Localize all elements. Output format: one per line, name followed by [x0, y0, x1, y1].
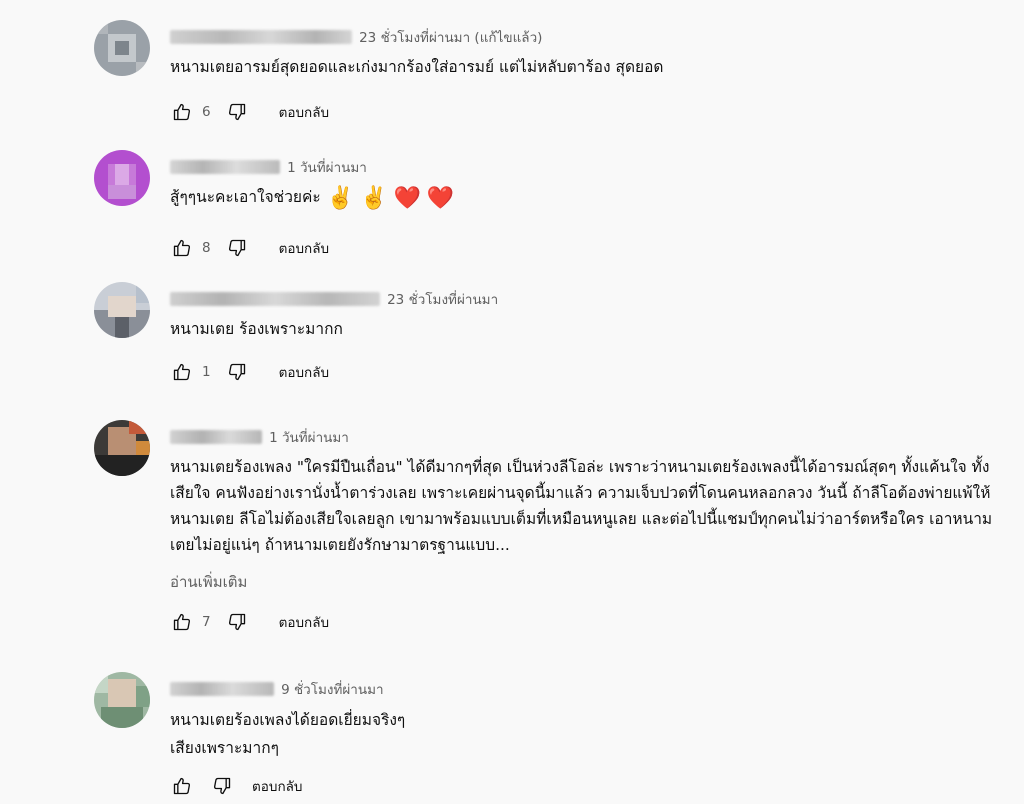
like-count: 6 — [202, 104, 211, 120]
author-name-redacted[interactable] — [170, 30, 352, 44]
comment-header: 23 ชั่วโมงที่ผ่านมา (แก้ไขแล้ว) — [170, 26, 542, 46]
author-name-redacted[interactable] — [170, 682, 274, 696]
thumbs-down-icon[interactable] — [210, 774, 234, 798]
thumbs-down-icon[interactable] — [225, 236, 249, 260]
like-count: 7 — [202, 614, 211, 630]
thumbs-up-icon[interactable] — [170, 610, 194, 634]
avatar[interactable] — [94, 282, 150, 338]
comment-text: หนามเตยร้องเพลง "ใครมีปืนเถื่อน" ได้ดีมา… — [170, 458, 993, 554]
comment-header: 23 ชั่วโมงที่ผ่านมา — [170, 288, 498, 308]
comment-timestamp[interactable]: 23 ชั่วโมงที่ผ่านมา (แก้ไขแล้ว) — [359, 30, 542, 46]
avatar-image — [94, 150, 150, 206]
comment-text: หนามเตยอารมย์สุดยอดและเก่งมากร้องใส่อารม… — [170, 58, 664, 76]
comment-header: 9 ชั่วโมงที่ผ่านมา — [170, 678, 384, 698]
author-name-redacted[interactable] — [170, 430, 262, 444]
comment-actions: 7 ตอบกลับ — [170, 610, 329, 634]
author-name-redacted[interactable] — [170, 160, 280, 174]
thumbs-down-icon[interactable] — [225, 100, 249, 124]
thumbs-up-icon[interactable] — [170, 236, 194, 260]
thumbs-up-icon[interactable] — [170, 360, 194, 384]
comment-text: หนามเตยร้องเพลงได้ยอดเยี่ยมจริงๆ เสียงเพ… — [170, 711, 406, 757]
red-heart-icon: ❤️ — [426, 186, 455, 211]
avatar[interactable] — [94, 420, 150, 476]
comment-text: สู้ๆๆนะคะเอาใจช่วยค่ะ ✌️ ✌️ ❤️ ❤️ — [170, 186, 455, 211]
victory-hand-icon: ✌️ — [326, 186, 355, 211]
thumbs-up-icon[interactable] — [170, 774, 194, 798]
thumbs-down-icon[interactable] — [225, 360, 249, 384]
comment-text: หนามเตย ร้องเพราะมากก — [170, 320, 343, 338]
comment-actions: ตอบกลับ — [170, 774, 302, 798]
avatar-image — [94, 420, 150, 476]
red-heart-icon: ❤️ — [393, 186, 421, 211]
comment-timestamp[interactable]: 1 วันที่ผ่านมา — [287, 160, 367, 176]
read-more-link[interactable]: อ่านเพิ่มเติม — [170, 570, 247, 594]
comment-actions: 1 ตอบกลับ — [170, 360, 329, 384]
reply-button[interactable]: ตอบกลับ — [279, 361, 329, 383]
comment-actions: 8 ตอบกลับ — [170, 236, 329, 260]
comment-header: 1 วันที่ผ่านมา — [170, 426, 349, 446]
avatar-image — [94, 20, 150, 76]
like-count: 1 — [202, 364, 211, 380]
like-count: 8 — [202, 240, 211, 256]
avatar-image — [94, 282, 150, 338]
reply-button[interactable]: ตอบกลับ — [279, 237, 329, 259]
avatar[interactable] — [94, 150, 150, 206]
thumbs-up-icon[interactable] — [170, 100, 194, 124]
comment-header: 1 วันที่ผ่านมา — [170, 156, 367, 176]
comment-timestamp[interactable]: 1 วันที่ผ่านมา — [269, 430, 349, 446]
reply-button[interactable]: ตอบกลับ — [279, 611, 329, 633]
avatar[interactable] — [94, 20, 150, 76]
avatar-image — [94, 672, 150, 728]
comment-actions: 6 ตอบกลับ — [170, 100, 329, 124]
comment-timestamp[interactable]: 23 ชั่วโมงที่ผ่านมา — [387, 292, 498, 308]
reply-button[interactable]: ตอบกลับ — [252, 775, 302, 797]
victory-hand-icon: ✌️ — [360, 186, 388, 211]
comment-timestamp[interactable]: 9 ชั่วโมงที่ผ่านมา — [281, 682, 383, 698]
author-name-redacted[interactable] — [170, 292, 380, 306]
avatar[interactable] — [94, 672, 150, 728]
thumbs-down-icon[interactable] — [225, 610, 249, 634]
reply-button[interactable]: ตอบกลับ — [279, 101, 329, 123]
